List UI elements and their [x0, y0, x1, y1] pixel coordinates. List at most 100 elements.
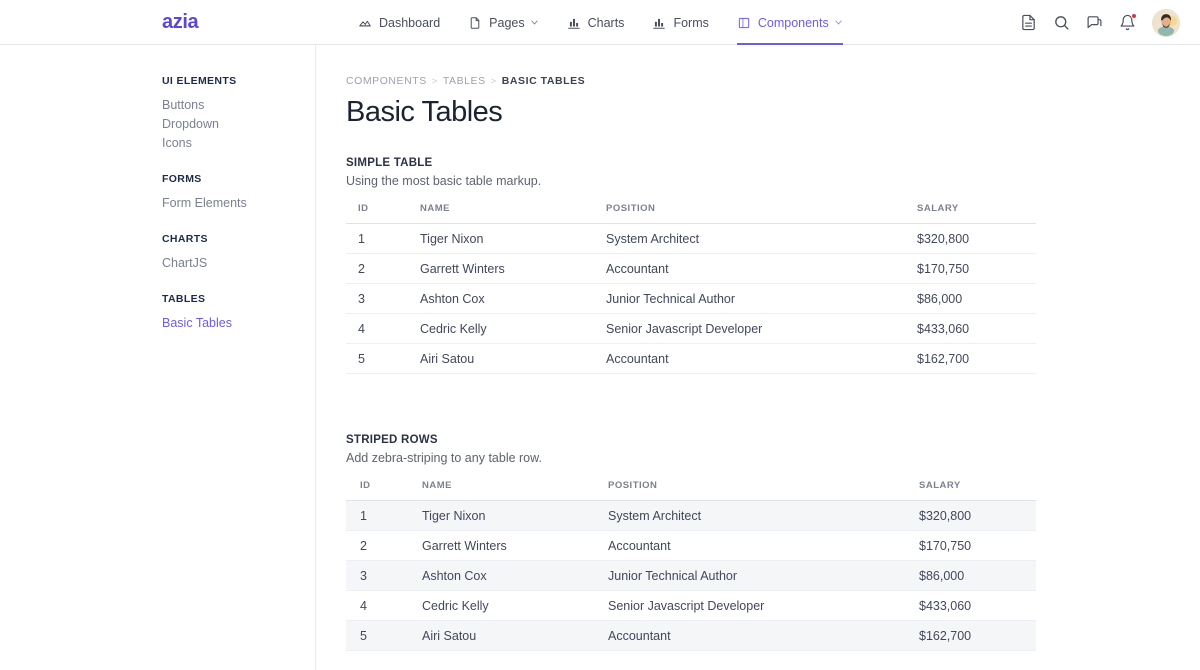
table-cell-salary: $433,060 [905, 313, 1036, 344]
sidebar-group-title: FORMS [162, 173, 202, 185]
table-cell-name: Ashton Cox [408, 560, 594, 591]
nav-item-charts[interactable]: Charts [553, 0, 639, 45]
column-header-name: NAME [408, 480, 594, 501]
table-cell-name: Ashton Cox [408, 283, 594, 314]
breadcrumb-item[interactable]: TABLES [443, 75, 486, 87]
avatar[interactable] [1152, 8, 1180, 37]
breadcrumb-separator: > [490, 75, 497, 87]
table-cell-name: Garrett Winters [408, 253, 594, 284]
tables-region: SIMPLE TABLE Using the most basic table m… [346, 157, 1200, 651]
table-cell-salary: $162,700 [905, 343, 1036, 374]
table-row: 1 Tiger Nixon System Architect $320,800 [346, 223, 1036, 254]
body-region: UI ELEMENTS Buttons Dropdown Icons FORMS Form… [0, 45, 1200, 670]
table-row: 2 Garrett Winters Accountant $170,750 [346, 530, 1036, 561]
nav-item-label: Forms [673, 15, 709, 30]
breadcrumb-item[interactable]: COMPONENTS [346, 75, 427, 87]
table-row: 3 Ashton Cox Junior Technical Author $86,00… [346, 560, 1036, 591]
header-actions [1020, 0, 1180, 45]
table-cell-name: Tiger Nixon [408, 500, 594, 531]
table-row: 4 Cedric Kelly Senior Javascript Developer… [346, 590, 1036, 621]
sidebar-item-dropdown[interactable]: Dropdown [162, 115, 315, 134]
nav-item-dashboard[interactable]: Dashboard [344, 0, 454, 45]
main-content: COMPONENTS > TABLES > BASIC TABLES Basic Tab… [316, 45, 1200, 670]
table-cell-salary: $170,750 [905, 530, 1036, 561]
breadcrumb: COMPONENTS > TABLES > BASIC TABLES [346, 75, 1200, 87]
nav-item-components[interactable]: Components [723, 0, 857, 45]
nav-item-forms[interactable]: Forms [638, 0, 722, 45]
chart-icon [567, 16, 581, 30]
sidebar-item-chartjs[interactable]: ChartJS [162, 254, 315, 273]
notification-dot [1131, 13, 1137, 19]
dashboard-icon [358, 16, 372, 30]
table-cell-position: Junior Technical Author [594, 560, 905, 591]
components-icon [737, 16, 751, 30]
sidebar-item-icons[interactable]: Icons [162, 134, 315, 153]
section-description: Add zebra-striping to any table row. [346, 451, 542, 465]
nav-item-label: Dashboard [379, 15, 441, 30]
search-icon[interactable] [1053, 14, 1070, 31]
sidebar-item-form-elements[interactable]: Form Elements [162, 194, 315, 213]
column-header-position: POSITION [594, 203, 905, 224]
sidebar-group-title: TABLES [162, 293, 206, 305]
table-cell-id: 3 [346, 283, 408, 314]
table-cell-position: Senior Javascript Developer [594, 313, 905, 344]
file-icon[interactable] [1020, 14, 1037, 31]
table-cell-name: Garrett Winters [408, 530, 594, 561]
table-cell-name: Cedric Kelly [408, 590, 594, 621]
breadcrumb-item: BASIC TABLES [501, 75, 586, 87]
table-row: 2 Garrett Winters Accountant $170,750 [346, 253, 1036, 284]
chevron-down-icon [834, 18, 843, 27]
nav-item-pages[interactable]: Pages [454, 0, 552, 45]
table-cell-position: Junior Technical Author [594, 283, 905, 314]
table-cell-id: 4 [346, 590, 408, 621]
app-logo[interactable]: azia [162, 11, 199, 34]
column-header-salary: SALARY [905, 203, 1036, 224]
sidebar-item-buttons[interactable]: Buttons [162, 96, 315, 115]
table-cell-salary: $320,800 [905, 500, 1036, 531]
table-cell-name: Cedric Kelly [408, 313, 594, 344]
bell-icon[interactable] [1119, 13, 1137, 31]
sidebar-group-tables: TABLES Basic Tables [0, 293, 315, 333]
sidebar-group-title: CHARTS [162, 233, 208, 245]
table-cell-id: 2 [346, 530, 408, 561]
table-cell-salary: $433,060 [905, 590, 1036, 621]
table-cell-name: Airi Satou [408, 620, 594, 651]
column-header-id: ID [346, 480, 408, 501]
table-cell-position: Senior Javascript Developer [594, 590, 905, 621]
nav-item-label: Pages [489, 15, 525, 30]
sidebar-item-basic-tables[interactable]: Basic Tables [162, 314, 315, 333]
table-header-row: ID NAME POSITION SALARY [346, 480, 1036, 501]
page-icon [468, 16, 482, 30]
sidebar-group-charts: CHARTS ChartJS [0, 233, 315, 273]
page-title: Basic Tables [346, 96, 503, 128]
striped-table: ID NAME POSITION SALARY 1 Tiger Nixon System A… [346, 480, 1036, 651]
message-icon[interactable] [1086, 14, 1103, 31]
nav-item-label: Components [757, 15, 829, 30]
chevron-down-icon [530, 18, 539, 27]
forms-icon [652, 16, 666, 30]
column-header-salary: SALARY [905, 480, 1036, 501]
table-cell-salary: $86,000 [905, 560, 1036, 591]
nav-item-label: Charts [587, 15, 625, 30]
section-title: SIMPLE TABLE [346, 157, 433, 169]
section-title: STRIPED ROWS [346, 434, 438, 446]
table-cell-position: System Architect [594, 223, 905, 254]
top-header: azia Dashboard Pages Charts Forms Components [0, 0, 1200, 45]
table-cell-salary: $170,750 [905, 253, 1036, 284]
table-cell-position: Accountant [594, 530, 905, 561]
table-cell-name: Airi Satou [408, 343, 594, 374]
simple-table: ID NAME POSITION SALARY 1 Tiger Nixon System A… [346, 203, 1036, 374]
sidebar-group-title: UI ELEMENTS [162, 75, 237, 87]
table-cell-id: 5 [346, 343, 408, 374]
table-cell-salary: $162,700 [905, 620, 1036, 651]
table-cell-id: 3 [346, 560, 408, 591]
table-row: 1 Tiger Nixon System Architect $320,800 [346, 500, 1036, 531]
table-cell-id: 4 [346, 313, 408, 344]
table-row: 5 Airi Satou Accountant $162,700 [346, 343, 1036, 374]
table-header-row: ID NAME POSITION SALARY [346, 203, 1036, 224]
table-cell-name: Tiger Nixon [408, 223, 594, 254]
